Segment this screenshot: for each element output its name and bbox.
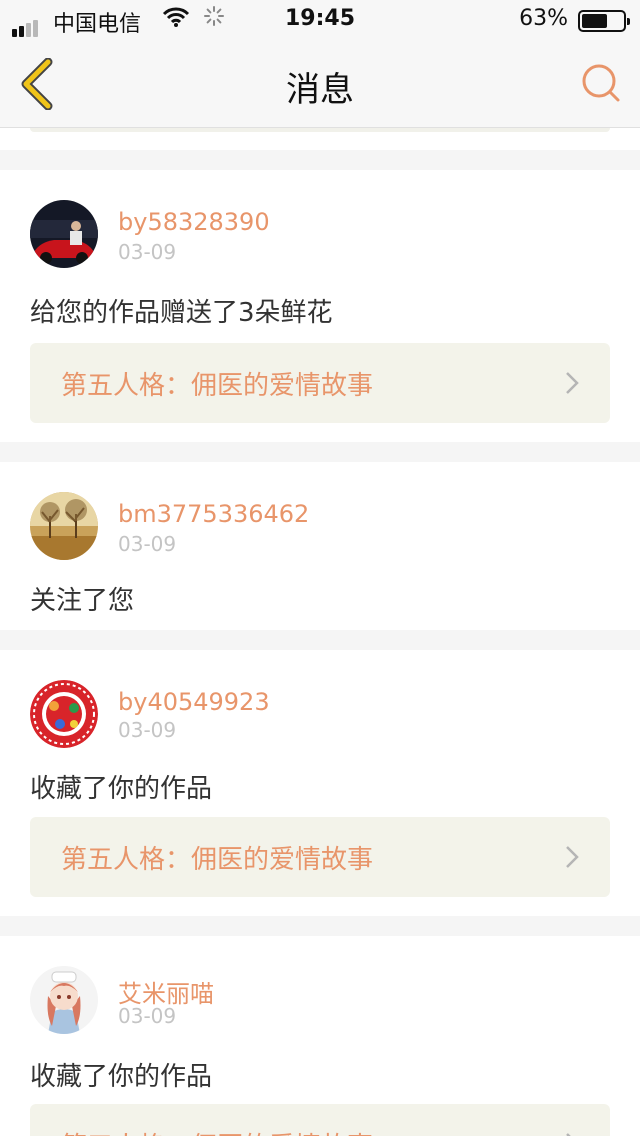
nav-bar: 消息 (0, 40, 640, 128)
avatar[interactable] (30, 200, 98, 268)
message-card: bm3775336462 03-09 关注了您 (0, 462, 640, 630)
username[interactable]: by40549923 (118, 688, 270, 716)
message-date: 03-09 (118, 1004, 177, 1028)
status-bar: 中国电信 19:45 63% (0, 0, 640, 40)
message-card: by40549923 03-09 收藏了你的作品 第五人格：佣医的爱情故事 (0, 650, 640, 916)
previous-work-link-remnant (30, 128, 610, 132)
avatar[interactable] (30, 966, 98, 1034)
work-link[interactable]: 第五人格：佣医的爱情故事 (30, 343, 610, 423)
avatar[interactable] (30, 680, 98, 748)
work-link[interactable]: 第五人格：佣医的爱情故事 (30, 817, 610, 897)
work-title: 第五人格：佣医的爱情故事 (61, 1126, 373, 1136)
message-text: 关注了您 (30, 586, 135, 616)
chevron-right-icon (564, 371, 580, 395)
message-date: 03-09 (118, 718, 177, 742)
work-title: 第五人格：佣医的爱情故事 (61, 371, 374, 401)
message-date: 03-09 (118, 532, 177, 556)
work-title: 第五人格：佣医的爱情故事 (61, 845, 374, 875)
battery-icon (578, 10, 630, 32)
message-card: 艾米丽喵 03-09 收藏了你的作品 第五人格：佣医的爱情故事 (0, 936, 640, 1136)
message-date: 03-09 (118, 240, 177, 264)
message-text: 收藏了你的作品 (30, 1062, 213, 1092)
chevron-right-icon (564, 845, 580, 869)
page-title: 消息 (286, 70, 354, 110)
username[interactable]: bm3775336462 (118, 500, 309, 528)
search-icon[interactable] (580, 62, 622, 104)
message-text: 给您的作品赠送了3朵鲜花 (30, 298, 333, 328)
username[interactable]: by58328390 (118, 208, 270, 236)
avatar[interactable] (30, 492, 98, 560)
battery-percent: 63% (519, 6, 568, 31)
chevron-right-icon (564, 1132, 580, 1136)
message-text: 收藏了你的作品 (30, 774, 213, 804)
work-link[interactable]: 第五人格：佣医的爱情故事 (30, 1104, 610, 1136)
message-card: by58328390 03-09 给您的作品赠送了3朵鲜花 第五人格：佣医的爱情… (0, 170, 640, 442)
